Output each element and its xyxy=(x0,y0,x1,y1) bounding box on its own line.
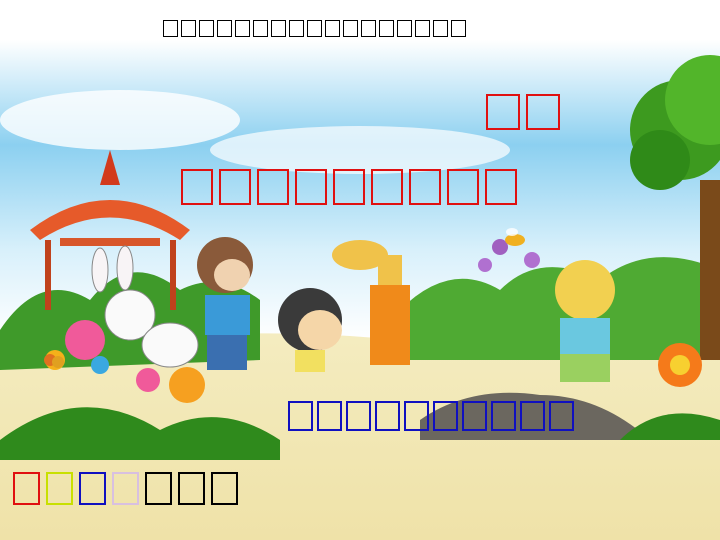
bottom-glyph-3 xyxy=(79,472,106,505)
blue-placeholder-line xyxy=(288,401,574,431)
title-placeholder-line xyxy=(486,94,560,130)
subtitle-placeholder-line xyxy=(181,169,517,205)
bottom-glyph-2 xyxy=(46,472,73,505)
header-placeholder-line xyxy=(163,20,466,37)
forest-scene-illustration xyxy=(0,0,720,540)
bottom-glyph-1 xyxy=(13,472,40,505)
bottom-glyph-6 xyxy=(178,472,205,505)
bottom-glyph-4 xyxy=(112,472,139,505)
bear-icon xyxy=(555,260,615,382)
bottom-glyph-5 xyxy=(145,472,172,505)
bottom-glyph-7 xyxy=(211,472,238,505)
bottom-placeholder-line xyxy=(13,472,238,505)
